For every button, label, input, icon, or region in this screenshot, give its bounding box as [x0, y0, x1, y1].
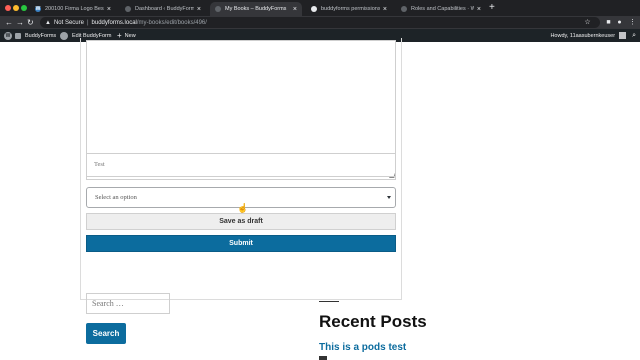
menu-icon[interactable]: ⋮	[628, 18, 637, 27]
url-path: /my-books/edit/books/496/	[136, 19, 207, 26]
greeting-label: Howdy, 11aasubernkeuser	[550, 32, 616, 39]
clipped-text	[319, 356, 327, 360]
wordpress-icon: W	[4, 31, 12, 40]
tab-title: buddyforms permissions - Goog	[321, 6, 380, 12]
profile-icon[interactable]: ●	[615, 18, 624, 27]
star-icon[interactable]: ☆	[583, 18, 592, 27]
my-account-link[interactable]: Howdy, 11aasubernkeuser ⌕	[550, 29, 636, 42]
wordpress-icon: W	[35, 6, 41, 12]
close-window-icon[interactable]	[5, 5, 11, 11]
tab-firma-logo[interactable]: W 200100 Firma Logo Beschreibu ×	[30, 2, 116, 16]
select-value: Select an option	[95, 194, 137, 201]
tab-my-books[interactable]: My Books – BuddyForms ×	[210, 2, 302, 16]
new-tab-button[interactable]: +	[489, 2, 495, 14]
avatar	[619, 32, 627, 39]
security-label: Not Secure	[53, 19, 84, 26]
minimize-window-icon[interactable]	[13, 5, 19, 11]
divider	[319, 301, 339, 302]
close-tab-icon[interactable]: ×	[293, 6, 297, 13]
chevron-down-icon	[387, 196, 391, 199]
address-bar[interactable]: ▲ Not Secure | buddyforms.local /my-book…	[40, 17, 600, 28]
google-icon	[311, 6, 317, 12]
search-icon[interactable]: ⌕	[632, 32, 636, 40]
tab-roles-capabilities[interactable]: Roles and Capabilities · WordPress ×	[396, 2, 486, 16]
recent-posts-heading: Recent Posts	[319, 312, 427, 331]
browser-tab-strip: W 200100 Firma Logo Beschreibu × Dashboa…	[0, 0, 640, 16]
extension-icon[interactable]: ■	[604, 18, 613, 27]
home-icon	[15, 32, 21, 39]
tab-dashboard[interactable]: Dashboard ‹ BuddyForms — Wo ×	[120, 2, 206, 16]
page-icon	[401, 6, 407, 12]
forward-icon[interactable]: →	[16, 17, 24, 28]
close-tab-icon[interactable]: ×	[197, 6, 201, 13]
recent-post-link[interactable]: This is a pods test	[319, 342, 406, 353]
divider: |	[86, 19, 89, 26]
text-field[interactable]: Test	[86, 153, 396, 177]
site-name-link[interactable]: BuddyForms	[15, 29, 56, 42]
buddyforms-icon	[60, 31, 68, 40]
warning-icon: ▲	[45, 19, 51, 26]
search-input[interactable]: Search …	[86, 293, 170, 314]
back-icon[interactable]: ←	[5, 17, 13, 28]
reload-icon[interactable]: ↻	[27, 17, 34, 28]
page-icon	[125, 6, 131, 12]
save-as-draft-button[interactable]: Save as draft	[86, 213, 396, 230]
site-name-label: BuddyForms	[25, 32, 57, 39]
close-tab-icon[interactable]: ×	[477, 6, 481, 13]
submit-button[interactable]: Submit	[86, 235, 396, 252]
page-content: Test Select an option ☝ Save as draft Su…	[0, 38, 640, 360]
maximize-window-icon[interactable]	[21, 5, 27, 11]
tab-title: Roles and Capabilities · WordPress	[411, 6, 474, 12]
search-button[interactable]: Search	[86, 323, 126, 344]
tab-buddyforms-permissions[interactable]: buddyforms permissions - Goog ×	[306, 2, 392, 16]
tab-title: My Books – BuddyForms	[225, 6, 287, 12]
url-host: buddyforms.local	[91, 19, 137, 26]
close-tab-icon[interactable]: ×	[107, 6, 111, 13]
page-icon	[215, 6, 221, 12]
tab-title: Dashboard ‹ BuddyForms — Wo	[135, 6, 194, 12]
browser-toolbar: ← → ↻ ▲ Not Secure | buddyforms.local /m…	[0, 16, 640, 29]
tab-title: 200100 Firma Logo Beschreibu	[45, 6, 104, 12]
close-tab-icon[interactable]: ×	[383, 6, 387, 13]
